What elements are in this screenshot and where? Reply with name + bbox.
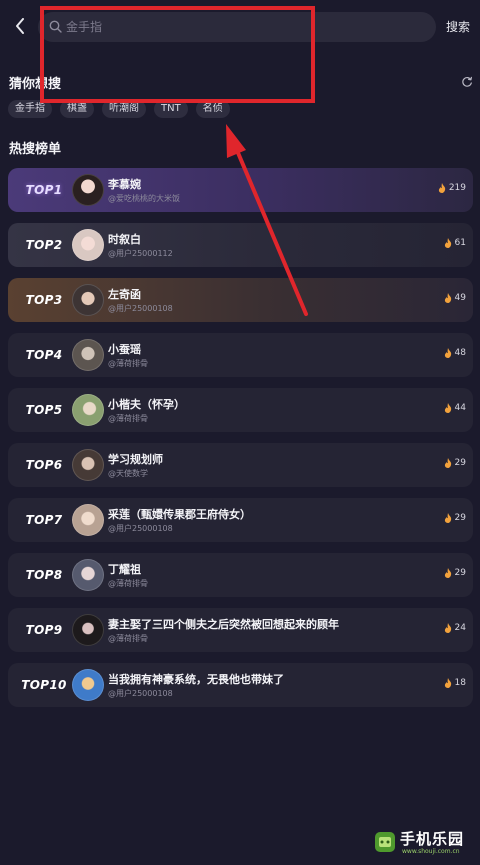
rank-label: TOP2: [25, 238, 63, 252]
hot-count: 219: [438, 183, 466, 193]
watermark-text: 手机乐园: [400, 830, 465, 848]
flame-icon: [444, 348, 451, 358]
hot-count-value: 219: [448, 183, 466, 193]
hot-list-item-6[interactable]: TOP6 学习规划师 @天使数学 29: [8, 443, 473, 487]
hot-count-value: 18: [454, 678, 466, 688]
item-name: 小楷夫（怀孕）: [108, 398, 185, 411]
avatar: [72, 229, 104, 261]
hot-count: 29: [444, 568, 466, 578]
rank-label: TOP7: [25, 513, 63, 527]
annotation-box: [40, 6, 315, 103]
avatar: [72, 504, 104, 536]
item-name: 丁耀祖: [108, 563, 141, 576]
hot-count: 48: [444, 348, 466, 358]
item-name: 时叙白: [108, 233, 141, 246]
avatar: [72, 284, 104, 316]
avatar: [72, 339, 104, 371]
annotation-arrow-icon: [226, 124, 308, 316]
rank-label: TOP8: [25, 568, 63, 582]
avatar: [72, 559, 104, 591]
hot-list-item-2[interactable]: TOP2 时叙白 @用户25000112 61: [8, 223, 473, 267]
item-author: @薄荷排骨: [108, 359, 148, 368]
flame-icon: [444, 623, 451, 633]
item-author: @用户25000108: [108, 524, 173, 533]
hot-count-value: 61: [454, 238, 466, 248]
avatar: [72, 614, 104, 646]
avatar: [72, 394, 104, 426]
item-name: 当我拥有神豪系统，无畏他也带妹了: [108, 673, 284, 686]
flame-icon: [438, 183, 446, 193]
rank-label: TOP6: [25, 458, 63, 472]
flame-icon: [444, 513, 451, 523]
rank-label: TOP1: [25, 183, 63, 197]
hot-count: 44: [444, 403, 466, 413]
hot-count-value: 24: [454, 623, 466, 633]
avatar: [72, 449, 104, 481]
item-name: 妻主娶了三四个侧夫之后突然被回想起来的顾年: [108, 618, 339, 631]
item-name: 李慕婉: [108, 178, 141, 191]
item-author: @天使数学: [108, 469, 148, 478]
rank-label: TOP3: [25, 293, 63, 307]
hot-count: 61: [444, 238, 466, 248]
item-author: @爱吃桃桃的大米饭: [108, 194, 180, 203]
hot-count: 29: [444, 513, 466, 523]
chevron-left-icon: [16, 18, 24, 34]
avatar: [72, 669, 104, 701]
hot-list-item-7[interactable]: TOP7 采莲（甄嬛传果郡王府侍女） @用户25000108 29: [8, 498, 473, 542]
hot-list-item-1[interactable]: TOP1 李慕婉 @爱吃桃桃的大米饭 219: [8, 168, 473, 212]
item-author: @用户25000112: [108, 249, 173, 258]
hot-list-title: 热搜榜单: [9, 142, 62, 157]
flame-icon: [444, 403, 451, 413]
hot-count-value: 48: [454, 348, 466, 358]
hot-list-item-10[interactable]: TOP10 当我拥有神豪系统，无畏他也带妹了 @用户25000108 18: [8, 663, 473, 707]
item-name: 采莲（甄嬛传果郡王府侍女）: [108, 508, 251, 521]
item-name: 左奇函: [108, 288, 141, 301]
hot-list-item-4[interactable]: TOP4 小蚕瑶 @薄荷排骨 48: [8, 333, 473, 377]
avatar: [72, 174, 104, 206]
hot-list-item-3[interactable]: TOP3 左奇函 @用户25000108 49: [8, 278, 473, 322]
rank-label: TOP4: [25, 348, 63, 362]
hot-count-value: 29: [454, 568, 466, 578]
hot-count: 24: [444, 623, 466, 633]
hot-count-value: 29: [454, 458, 466, 468]
hot-list-item-5[interactable]: TOP5 小楷夫（怀孕） @薄荷排骨 44: [8, 388, 473, 432]
hot-count-value: 49: [454, 293, 466, 303]
rank-label: TOP10: [21, 678, 67, 692]
flame-icon: [444, 678, 451, 688]
item-author: @薄荷排骨: [108, 634, 148, 643]
flame-icon: [444, 238, 451, 248]
rank-label: TOP9: [25, 623, 63, 637]
item-author: @薄荷排骨: [108, 579, 148, 588]
watermark: 手机乐园 www.shouji.com.cn: [372, 826, 472, 860]
item-author: @薄荷排骨: [108, 414, 148, 423]
hot-list-item-8[interactable]: TOP8 丁耀祖 @薄荷排骨 29: [8, 553, 473, 597]
hot-count: 29: [444, 458, 466, 468]
hot-list-item-9[interactable]: TOP9 妻主娶了三四个侧夫之后突然被回想起来的顾年 @薄荷排骨 24: [8, 608, 473, 652]
flame-icon: [444, 458, 451, 468]
hot-count: 49: [444, 293, 466, 303]
hot-count-value: 44: [454, 403, 466, 413]
item-author: @用户25000108: [108, 304, 173, 313]
item-author: @用户25000108: [108, 689, 173, 698]
item-name: 小蚕瑶: [108, 343, 141, 356]
flame-icon: [444, 568, 451, 578]
rank-label: TOP5: [25, 403, 63, 417]
refresh-icon[interactable]: [461, 76, 473, 88]
watermark-logo-icon: [375, 832, 395, 852]
item-name: 学习规划师: [108, 453, 163, 466]
back-button[interactable]: [10, 14, 30, 38]
watermark-url: www.shouji.com.cn: [402, 848, 460, 855]
hot-count: 18: [444, 678, 466, 688]
flame-icon: [444, 293, 451, 303]
search-button[interactable]: 搜索: [446, 18, 470, 35]
hot-count-value: 29: [454, 513, 466, 523]
